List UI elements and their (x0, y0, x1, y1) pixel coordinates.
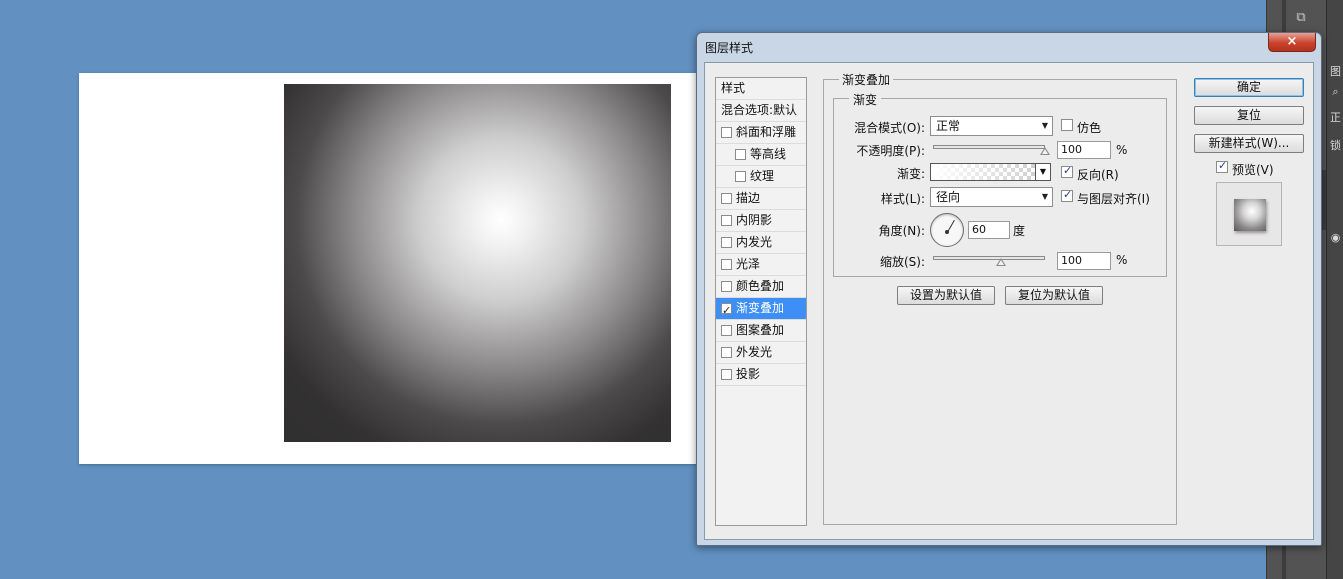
reverse-checkbox[interactable] (1061, 164, 1073, 178)
texture-checkbox[interactable] (735, 171, 746, 182)
drop-shadow-checkbox[interactable] (721, 369, 732, 380)
style-item-label: 斜面和浮雕 (736, 125, 797, 139)
style-list-header[interactable]: 样式 (716, 78, 806, 100)
dither-label: 仿色 (1077, 121, 1102, 135)
dither-checkbox[interactable] (1061, 119, 1073, 131)
style-item-pattern-overlay[interactable]: 图案叠加 (716, 320, 806, 342)
outer-glow-checkbox[interactable] (721, 347, 732, 358)
gradient-overlay-checkbox[interactable] (721, 300, 732, 319)
reset-default-button[interactable]: 复位为默认值 (1005, 286, 1103, 305)
stroke-checkbox[interactable] (721, 193, 732, 204)
inner-shadow-checkbox[interactable] (721, 215, 732, 226)
style-item-gradient-overlay[interactable]: 渐变叠加 (716, 298, 806, 320)
style-item-label: 等高线 (750, 147, 787, 161)
ok-button[interactable]: 确定 (1194, 78, 1304, 97)
close-button[interactable]: × (1268, 33, 1316, 52)
style-item-label: 内发光 (736, 235, 773, 249)
dock-item-normal[interactable]: 正 (1328, 108, 1343, 128)
scale-input[interactable]: 100 (1057, 252, 1111, 270)
dock-item-search-icon[interactable]: ⌕ (1328, 82, 1343, 102)
blend-options-item[interactable]: 混合选项:默认 (716, 100, 806, 122)
scale-label: 缩放(S): (879, 255, 925, 269)
satin-checkbox[interactable] (721, 259, 732, 270)
dock-item-lock[interactable]: 锁 (1328, 136, 1343, 156)
style-item-satin[interactable]: 光泽 (716, 254, 806, 276)
dialog-title: 图层样式 (705, 41, 754, 55)
blend-mode-select[interactable]: 正常 ▼ (930, 116, 1053, 136)
style-item-label: 投影 (736, 367, 761, 381)
contour-checkbox[interactable] (735, 149, 746, 160)
new-style-button[interactable]: 新建样式(W)... (1194, 134, 1304, 153)
bevel-emboss-checkbox[interactable] (721, 127, 732, 138)
style-item-label: 渐变叠加 (736, 301, 785, 315)
style-list: 样式 混合选项:默认 斜面和浮雕 等高线 纹理 描边 内阴影 内发光 光泽 颜色… (715, 77, 807, 526)
style-item-texture[interactable]: 纹理 (716, 166, 806, 188)
preview-label: 预览(V) (1232, 163, 1274, 177)
scale-slider-thumb[interactable] (996, 258, 1006, 266)
angle-input[interactable]: 60 (968, 221, 1010, 239)
gradient-overlay-title: 渐变叠加 (839, 71, 894, 88)
scale-slider-track[interactable] (933, 256, 1045, 260)
dock-item-layers[interactable]: 图 (1328, 62, 1343, 82)
opacity-unit: % (1116, 143, 1128, 157)
canvas-document (79, 73, 719, 464)
style-preview-swatch (1234, 199, 1266, 231)
style-item-inner-glow[interactable]: 内发光 (716, 232, 806, 254)
reverse-label: 反向(R) (1077, 168, 1119, 182)
style-item-inner-shadow[interactable]: 内阴影 (716, 210, 806, 232)
gradient-dropdown-icon[interactable]: ▼ (1035, 163, 1051, 181)
style-item-label: 内阴影 (736, 213, 773, 227)
dock-item-eye-icon[interactable]: ◉ (1328, 228, 1343, 248)
chevron-down-icon: ▼ (1041, 121, 1048, 130)
opacity-input[interactable]: 100 (1057, 141, 1111, 159)
opacity-label: 不透明度(P): (856, 144, 925, 158)
angle-label: 角度(N): (878, 224, 925, 238)
layer-style-dialog: 图层样式 × 样式 混合选项:默认 斜面和浮雕 等高线 纹理 描边 内阴影 内发… (696, 32, 1322, 546)
style-item-label: 描边 (736, 191, 761, 205)
radial-gradient-layer[interactable] (284, 84, 671, 442)
scale-unit: % (1116, 253, 1128, 267)
style-item-stroke[interactable]: 描边 (716, 188, 806, 210)
align-layer-label: 与图层对齐(I) (1077, 192, 1150, 206)
style-item-label: 光泽 (736, 257, 761, 271)
panel-arrange-icon[interactable]: ⧉ (1291, 8, 1311, 28)
make-default-button[interactable]: 设置为默认值 (897, 286, 995, 305)
style-item-label: 纹理 (750, 169, 775, 183)
blend-mode-value: 正常 (936, 119, 961, 133)
align-layer-checkbox[interactable] (1061, 188, 1073, 202)
style-value: 径向 (936, 190, 961, 204)
opacity-slider-thumb[interactable] (1040, 147, 1050, 155)
style-item-label: 外发光 (736, 345, 773, 359)
style-preview-box (1216, 182, 1282, 246)
style-item-color-overlay[interactable]: 颜色叠加 (716, 276, 806, 298)
preview-checkbox[interactable] (1216, 159, 1228, 173)
color-overlay-checkbox[interactable] (721, 281, 732, 292)
style-item-label: 图案叠加 (736, 323, 785, 337)
gradient-label: 渐变: (896, 167, 925, 181)
blend-mode-label: 混合模式(O): (854, 121, 925, 135)
angle-hub (945, 230, 949, 234)
style-item-contour[interactable]: 等高线 (716, 144, 806, 166)
angle-dial[interactable] (930, 213, 964, 247)
opacity-slider-track[interactable] (933, 145, 1045, 149)
reset-button[interactable]: 复位 (1194, 106, 1304, 125)
pattern-overlay-checkbox[interactable] (721, 325, 732, 336)
inner-glow-checkbox[interactable] (721, 237, 732, 248)
style-item-drop-shadow[interactable]: 投影 (716, 364, 806, 386)
style-item-bevel-emboss[interactable]: 斜面和浮雕 (716, 122, 806, 144)
style-select[interactable]: 径向 ▼ (930, 187, 1053, 207)
angle-unit: 度 (1013, 224, 1026, 238)
chevron-down-icon: ▼ (1041, 192, 1048, 201)
style-item-label: 颜色叠加 (736, 279, 785, 293)
gradient-subgroup-title: 渐变 (849, 91, 882, 108)
style-label: 样式(L): (880, 192, 925, 206)
dialog-body: 样式 混合选项:默认 斜面和浮雕 等高线 纹理 描边 内阴影 内发光 光泽 颜色… (704, 62, 1314, 540)
gradient-preview-swatch[interactable] (930, 163, 1037, 181)
style-item-outer-glow[interactable]: 外发光 (716, 342, 806, 364)
